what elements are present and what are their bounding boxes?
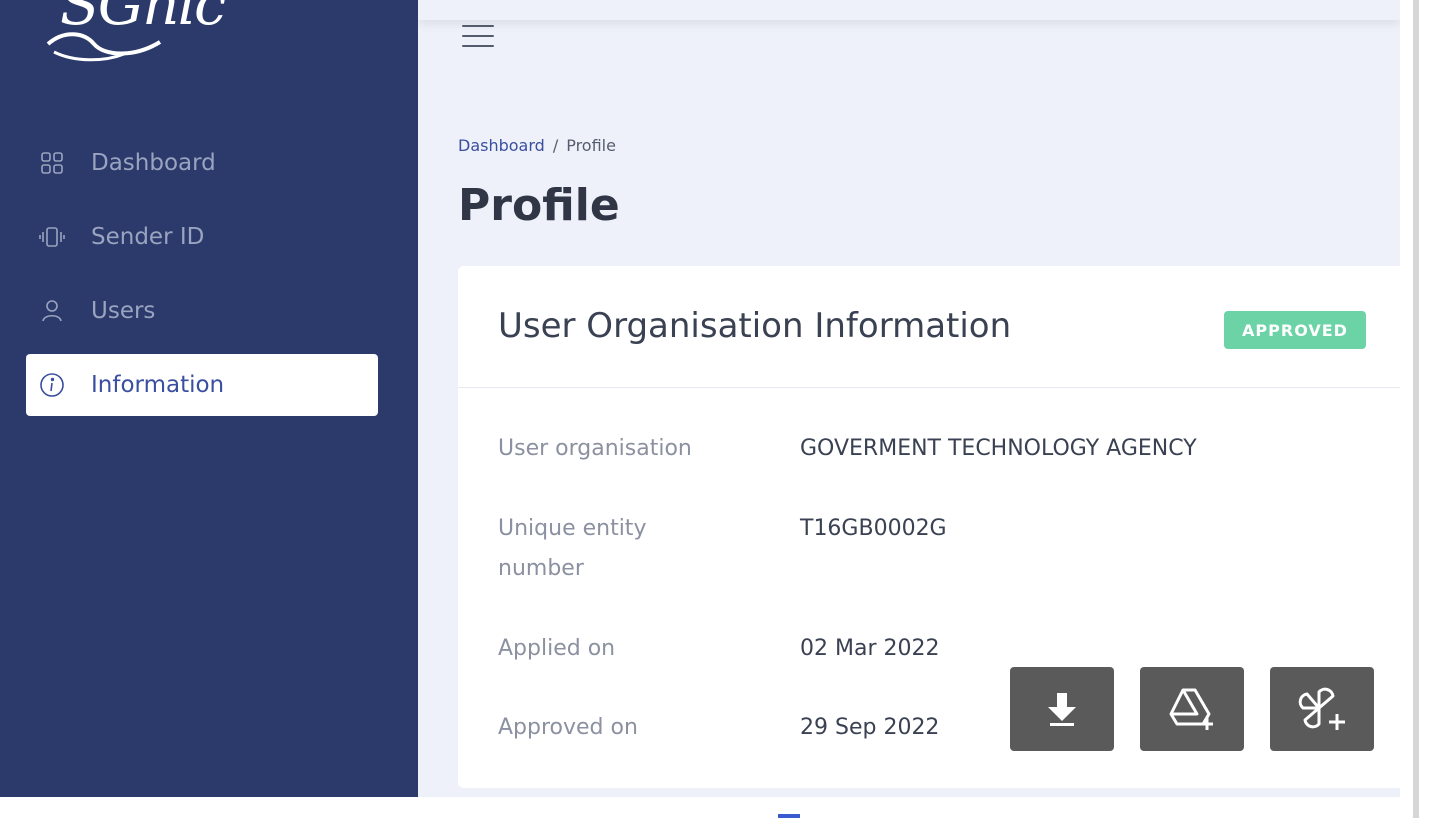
sidebar-item-label: Information <box>91 372 225 398</box>
info-row-user-organisation: User organisation GOVERMENT TECHNOLOGY A… <box>498 429 1197 469</box>
sidebar-item-users[interactable]: Users <box>26 280 378 342</box>
info-row-approved-on: Approved on 29 Sep 2022 <box>498 708 939 748</box>
info-value: 02 Mar 2022 <box>800 636 940 661</box>
download-button[interactable] <box>1010 667 1114 751</box>
sidebar-item-label: Users <box>91 298 156 324</box>
sidebar-item-dashboard[interactable]: Dashboard <box>26 132 378 194</box>
brand-logo[interactable]: SGnic <box>24 0 226 76</box>
info-label: User organisation <box>498 436 692 461</box>
info-label: Applied on <box>498 636 616 661</box>
sidebar-item-information[interactable]: Information <box>26 354 378 416</box>
info-value: GOVERMENT TECHNOLOGY AGENCY <box>800 436 1197 461</box>
info-row-applied-on: Applied on 02 Mar 2022 <box>498 629 939 669</box>
card-title: User Organisation Information <box>498 306 1012 346</box>
pinwheel-add-icon <box>1298 687 1345 730</box>
hamburger-icon[interactable] <box>462 22 494 50</box>
info-label: Unique entity number <box>498 516 647 581</box>
breadcrumb: Dashboard / Profile <box>458 136 616 155</box>
vertical-scrollbar[interactable] <box>1413 0 1434 818</box>
google-drive-add-button[interactable] <box>1140 667 1244 751</box>
grid-icon <box>38 149 66 177</box>
info-label: Approved on <box>498 715 638 740</box>
download-icon <box>1048 693 1076 726</box>
card-header: User Organisation Information APPROVED <box>458 266 1400 388</box>
page-title: Profile <box>458 180 620 231</box>
info-circle-icon <box>38 371 66 399</box>
scroll-indicator <box>778 814 800 818</box>
sidebar-item-label: Dashboard <box>91 150 216 176</box>
sidebar-item-sender-id[interactable]: Sender ID <box>26 206 378 268</box>
info-value: T16GB0002G <box>800 516 947 541</box>
status-badge: APPROVED <box>1224 311 1366 349</box>
floating-action-group <box>1010 667 1374 751</box>
pinwheel-add-button[interactable] <box>1270 667 1374 751</box>
info-value: 29 Sep 2022 <box>800 715 940 740</box>
user-icon <box>38 297 66 325</box>
google-drive-add-icon <box>1169 688 1213 730</box>
logo-text: SGnic <box>60 0 226 38</box>
sidebar-nav: Dashboard Sender ID Users Information <box>26 132 378 428</box>
breadcrumb-separator: / <box>552 136 559 155</box>
info-row-unique-entity-number: Unique entity number T16GB0002G <box>498 509 947 589</box>
top-bar <box>418 0 1400 20</box>
sidebar: SGnic Dashboard Sender ID Users Informat… <box>0 0 418 797</box>
vibrate-phone-icon <box>38 223 66 251</box>
bottom-strip <box>0 797 1413 818</box>
sidebar-item-label: Sender ID <box>91 224 205 250</box>
breadcrumb-current: Profile <box>566 136 616 155</box>
breadcrumb-link-dashboard[interactable]: Dashboard <box>458 136 545 155</box>
